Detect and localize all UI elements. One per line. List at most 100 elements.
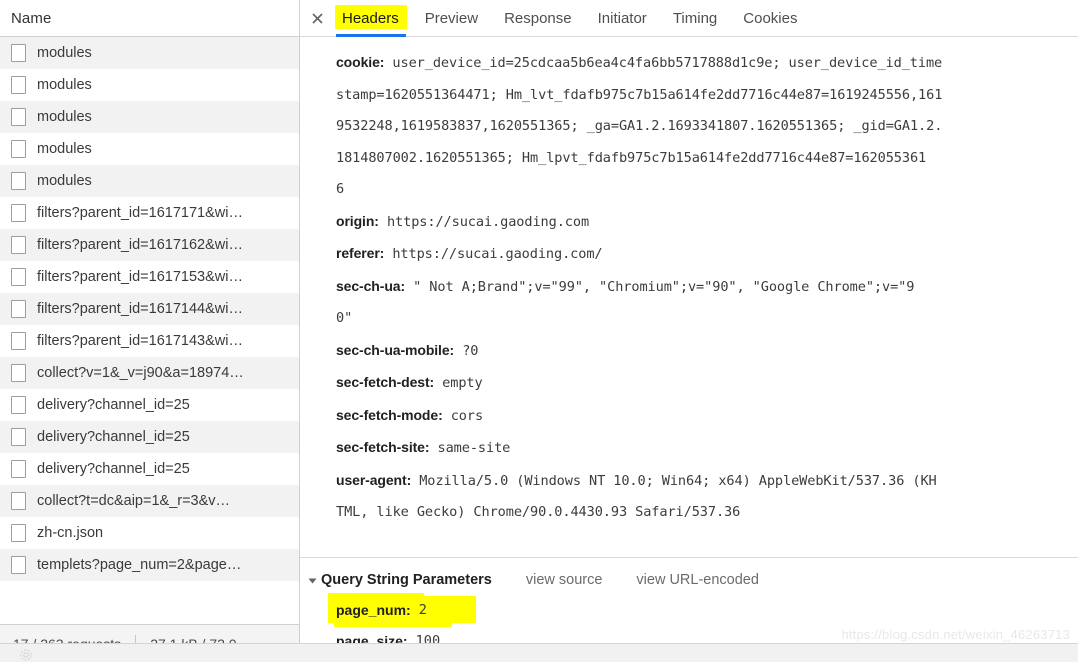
tab-label: Timing bbox=[673, 10, 717, 27]
request-list-item-label: modules bbox=[37, 109, 92, 125]
request-headers-list: cookie: user_device_id=25cdcaa5b6ea4c4fa… bbox=[300, 37, 1078, 529]
document-icon bbox=[11, 492, 26, 510]
tab-label: Initiator bbox=[598, 10, 647, 27]
request-list-item[interactable]: filters?parent_id=1617153&wi… bbox=[0, 261, 299, 293]
tab-label: Cookies bbox=[743, 10, 797, 27]
request-details-panel: Headers Preview Response Initiator Timing Coo… bbox=[300, 0, 1078, 662]
header-name: sec-fetch-dest: bbox=[336, 374, 434, 390]
request-list-item[interactable]: modules bbox=[0, 69, 299, 101]
tab-response[interactable]: Response bbox=[491, 0, 585, 37]
document-icon bbox=[11, 300, 26, 318]
request-list-item-label: delivery?channel_id=25 bbox=[37, 397, 190, 413]
request-list-item[interactable]: filters?parent_id=1617143&wi… bbox=[0, 325, 299, 357]
header-value: https://sucai.gaoding.com bbox=[379, 214, 589, 230]
request-list-item-label: collect?v=1&_v=j90&a=18974… bbox=[37, 365, 244, 381]
request-list-item[interactable]: modules bbox=[0, 101, 299, 133]
request-list-item[interactable]: delivery?channel_id=25 bbox=[0, 421, 299, 453]
request-list-item[interactable]: collect?t=dc&aip=1&_r=3&v… bbox=[0, 485, 299, 517]
request-list-item-label: collect?t=dc&aip=1&_r=3&v… bbox=[37, 493, 230, 509]
header-value: same-site bbox=[429, 440, 510, 456]
name-column-header-label: Name bbox=[11, 10, 51, 27]
header-value: user_device_id=25cdcaa5b6ea4c4fa6bb57178… bbox=[384, 55, 942, 71]
tab-headers[interactable]: Headers bbox=[329, 0, 412, 37]
close-icon[interactable] bbox=[305, 0, 329, 37]
document-icon bbox=[11, 204, 26, 222]
request-list-item-label: filters?parent_id=1617162&wi… bbox=[37, 237, 243, 253]
header-name: sec-fetch-mode: bbox=[336, 407, 443, 423]
header-line: sec-ch-ua: " Not A;Brand";v="99", "Chrom… bbox=[300, 271, 1078, 304]
bottom-strip bbox=[0, 643, 1078, 662]
request-list-item[interactable]: modules bbox=[0, 133, 299, 165]
header-line: 1814807002.1620551365; Hm_lpvt_fdafb975c… bbox=[300, 143, 1078, 175]
request-list-item[interactable]: filters?parent_id=1617171&wi… bbox=[0, 197, 299, 229]
tab-label: Response bbox=[504, 10, 572, 27]
tab-initiator[interactable]: Initiator bbox=[585, 0, 660, 37]
header-value: 1814807002.1620551365; Hm_lpvt_fdafb975c… bbox=[336, 150, 926, 166]
header-name: user-agent: bbox=[336, 472, 411, 488]
header-value: stamp=1620551364471; Hm_lvt_fdafb975c7b1… bbox=[336, 87, 942, 103]
document-icon bbox=[11, 364, 26, 382]
active-tab-underline bbox=[336, 34, 406, 37]
header-name: origin: bbox=[336, 213, 379, 229]
view-source-link[interactable]: view source bbox=[526, 572, 603, 588]
request-list-item-label: modules bbox=[37, 173, 92, 189]
request-list-item-label: delivery?channel_id=25 bbox=[37, 461, 190, 477]
header-value: 9532248,1619583837,1620551365; _ga=GA1.2… bbox=[336, 118, 942, 134]
request-list-item-label: modules bbox=[37, 45, 92, 61]
settings-icon[interactable] bbox=[20, 649, 32, 661]
request-list-item-label: zh-cn.json bbox=[37, 525, 103, 541]
document-icon bbox=[11, 396, 26, 414]
headers-scroll-area[interactable]: cookie: user_device_id=25cdcaa5b6ea4c4fa… bbox=[300, 37, 1078, 557]
request-list-item[interactable]: zh-cn.json bbox=[0, 517, 299, 549]
header-value: 0" bbox=[336, 310, 352, 326]
query-string-title: Query String Parameters bbox=[321, 572, 492, 588]
request-list-item-label: modules bbox=[37, 141, 92, 157]
header-line: sec-fetch-dest: empty bbox=[300, 367, 1078, 400]
name-column-header[interactable]: Name bbox=[0, 0, 299, 37]
header-value: " Not A;Brand";v="99", "Chromium";v="90"… bbox=[405, 279, 914, 295]
request-list-item[interactable]: filters?parent_id=1617162&wi… bbox=[0, 229, 299, 261]
document-icon bbox=[11, 76, 26, 94]
header-line: 6 bbox=[300, 174, 1078, 206]
tab-cookies[interactable]: Cookies bbox=[730, 0, 810, 37]
document-icon bbox=[11, 556, 26, 574]
request-list-item[interactable]: modules bbox=[0, 37, 299, 69]
header-value: TML, like Gecko) Chrome/90.0.4430.93 Saf… bbox=[336, 504, 740, 520]
query-string-parameter-row: page_num:2 bbox=[300, 594, 1078, 625]
query-parameter-key: page_num: bbox=[336, 602, 411, 618]
header-line: origin: https://sucai.gaoding.com bbox=[300, 206, 1078, 239]
tab-timing[interactable]: Timing bbox=[660, 0, 730, 37]
header-line: 0" bbox=[300, 303, 1078, 335]
view-url-encoded-link[interactable]: view URL-encoded bbox=[636, 572, 759, 588]
header-line: referer: https://sucai.gaoding.com/ bbox=[300, 238, 1078, 271]
header-name: sec-ch-ua: bbox=[336, 278, 405, 294]
request-list-item[interactable]: delivery?channel_id=25 bbox=[0, 453, 299, 485]
tab-label: Headers bbox=[342, 10, 399, 27]
request-list-item-label: templets?page_num=2&page… bbox=[37, 557, 241, 573]
header-value: 6 bbox=[336, 181, 344, 197]
document-icon bbox=[11, 268, 26, 286]
request-list-item[interactable]: templets?page_num=2&page… bbox=[0, 549, 299, 581]
document-icon bbox=[11, 524, 26, 542]
query-string-header-row[interactable]: Query String Parameters view source view… bbox=[300, 566, 1078, 594]
watermark: https://blog.csdn.net/weixin_46263713 bbox=[841, 627, 1070, 642]
request-list-item-label: modules bbox=[37, 77, 92, 93]
request-list-item-label: filters?parent_id=1617171&wi… bbox=[37, 205, 243, 221]
request-list[interactable]: modules modules modules modules modules filte… bbox=[0, 37, 299, 624]
request-list-item[interactable]: delivery?channel_id=25 bbox=[0, 389, 299, 421]
details-tab-bar: Headers Preview Response Initiator Timing Coo… bbox=[300, 0, 1078, 37]
header-line: user-agent: Mozilla/5.0 (Windows NT 10.0… bbox=[300, 465, 1078, 498]
header-value: cors bbox=[443, 408, 483, 424]
request-list-item-label: filters?parent_id=1617143&wi… bbox=[37, 333, 243, 349]
request-list-item-label: filters?parent_id=1617144&wi… bbox=[37, 301, 243, 317]
header-line: 9532248,1619583837,1620551365; _ga=GA1.2… bbox=[300, 111, 1078, 143]
header-line: sec-fetch-mode: cors bbox=[300, 400, 1078, 433]
devtools-network-panel: Name modulesmodulesmodulesmodulesmodules… bbox=[0, 0, 1078, 662]
chevron-down-icon[interactable] bbox=[309, 578, 317, 583]
header-line: stamp=1620551364471; Hm_lvt_fdafb975c7b1… bbox=[300, 80, 1078, 112]
tab-preview[interactable]: Preview bbox=[412, 0, 491, 37]
header-line: TML, like Gecko) Chrome/90.0.4430.93 Saf… bbox=[300, 497, 1078, 529]
request-list-item[interactable]: modules bbox=[0, 165, 299, 197]
request-list-item[interactable]: filters?parent_id=1617144&wi… bbox=[0, 293, 299, 325]
request-list-item[interactable]: collect?v=1&_v=j90&a=18974… bbox=[0, 357, 299, 389]
